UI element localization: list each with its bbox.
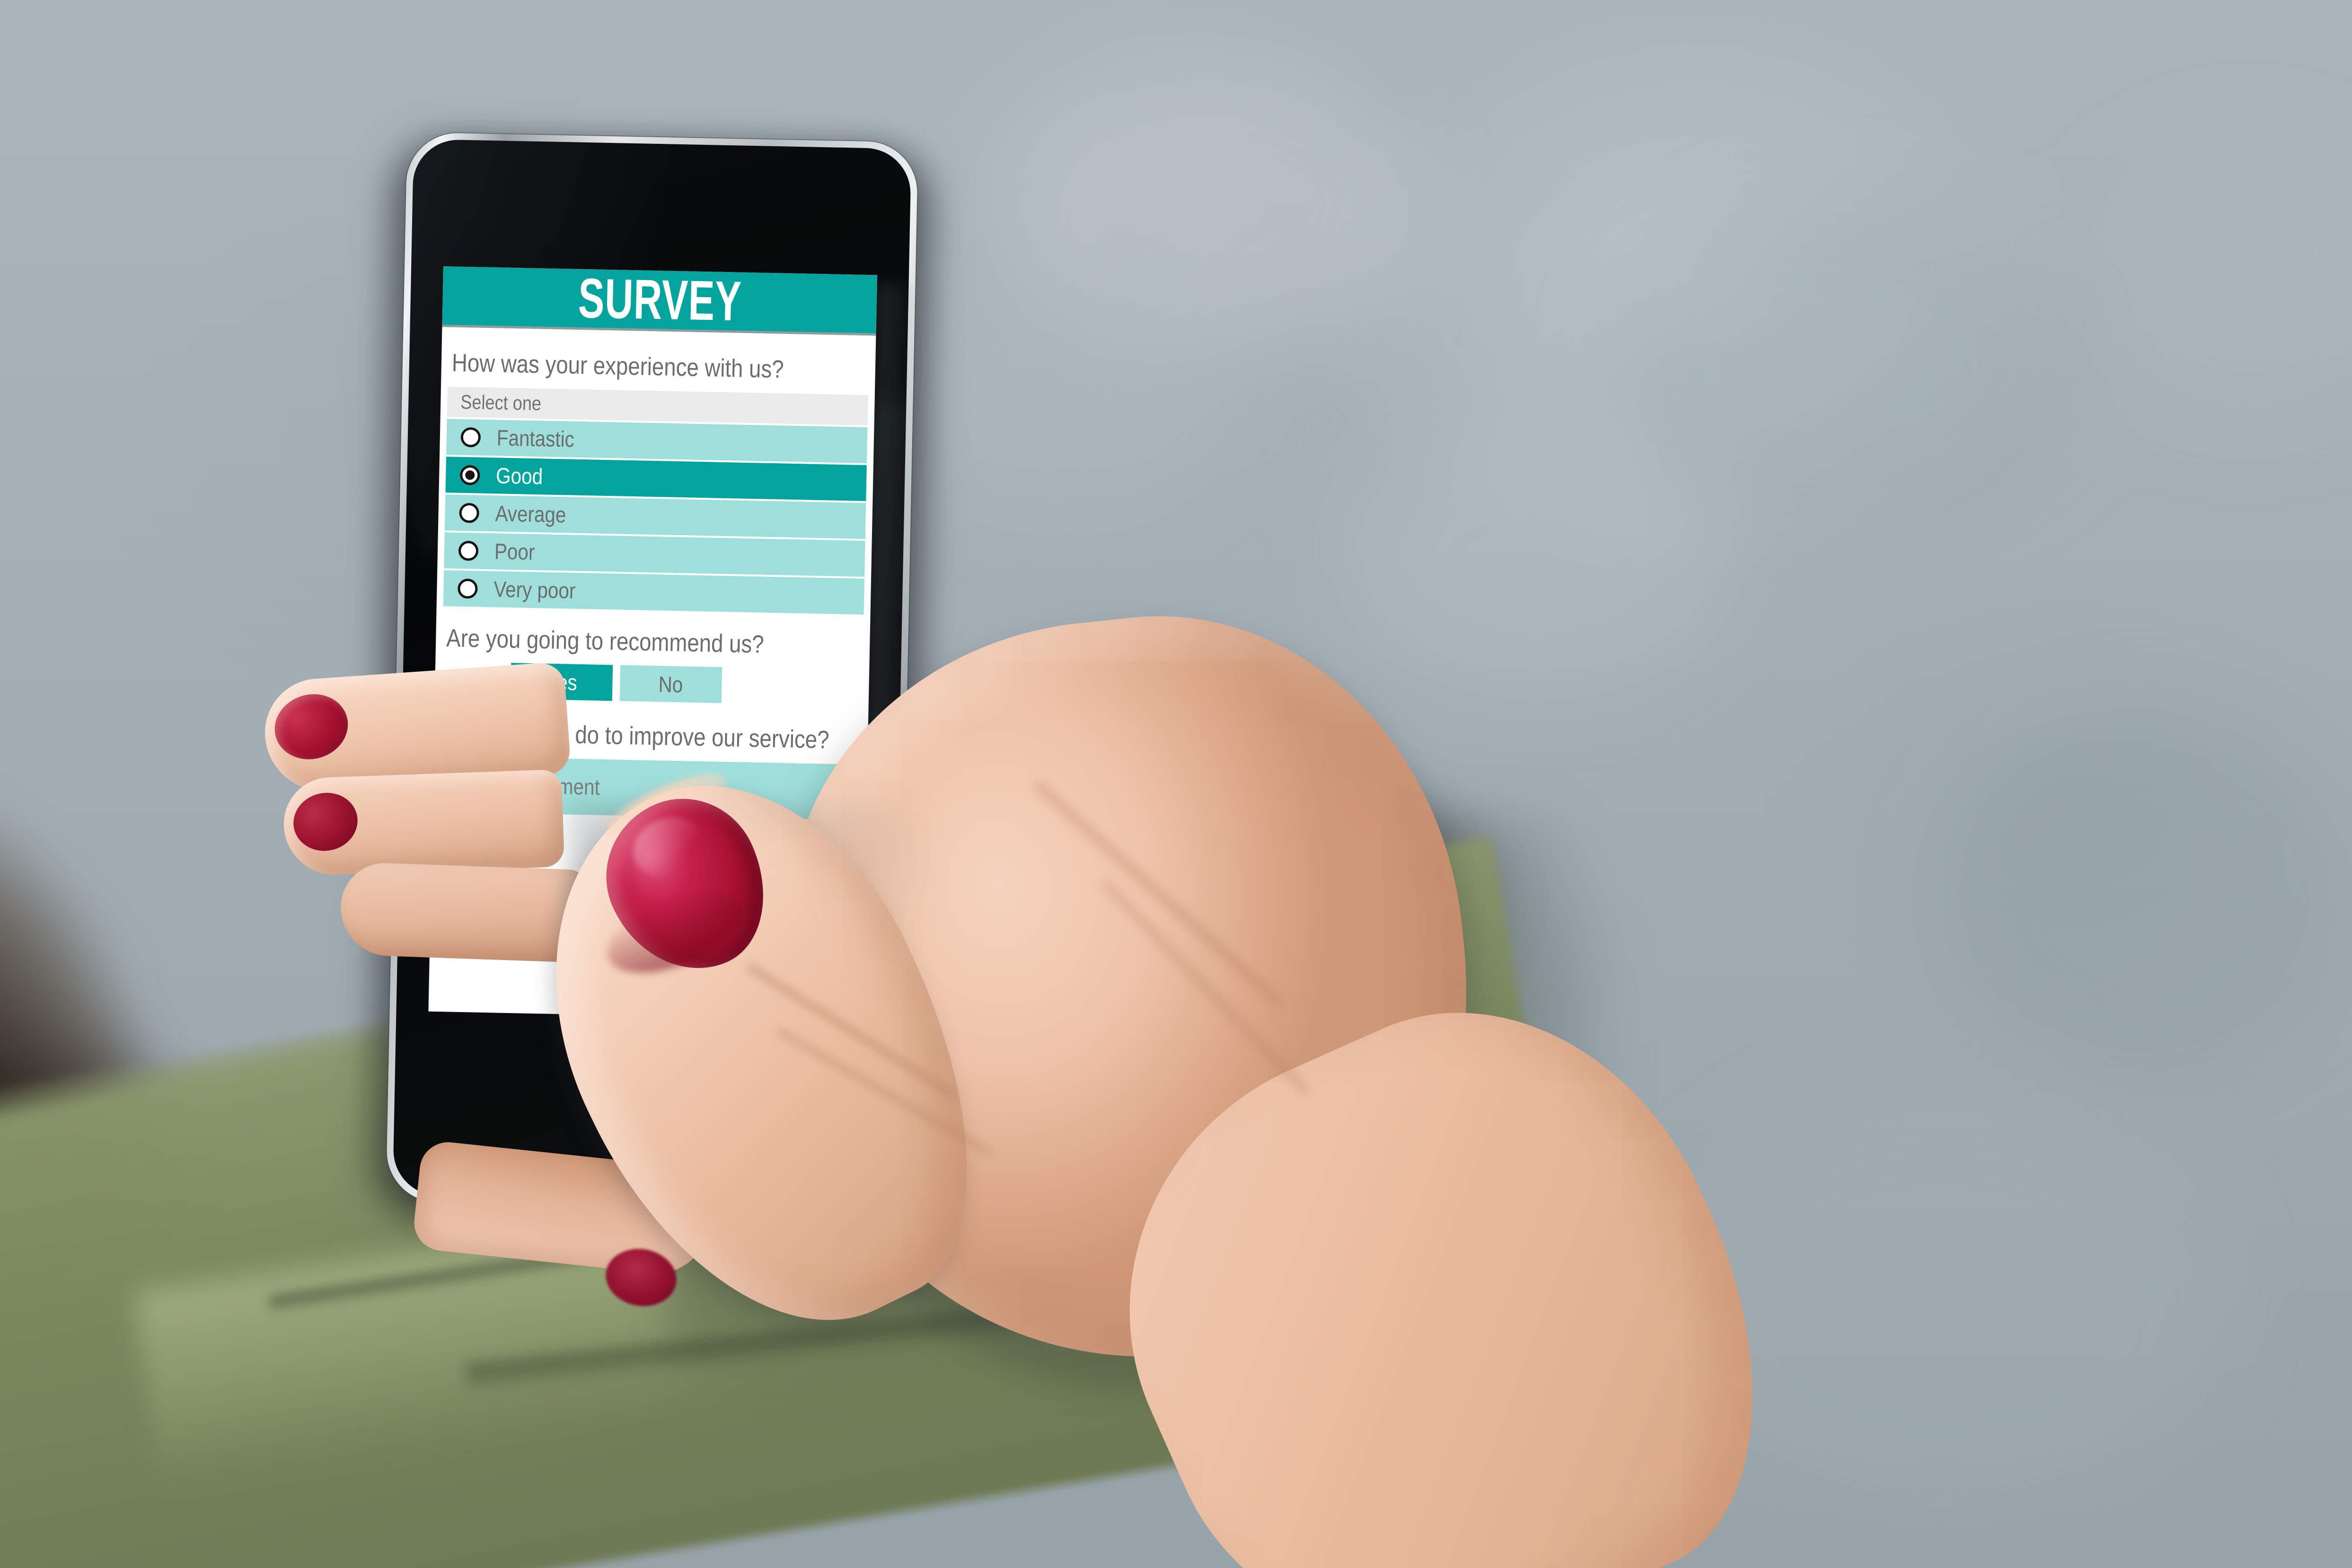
comment-input[interactable]: Write a comment — [439, 756, 861, 820]
survey-form: How was your experience with us? Select … — [432, 349, 875, 820]
app-header: SURVEY — [442, 266, 877, 336]
option-label: Fantastic — [496, 425, 575, 452]
option-label: Good — [495, 463, 543, 489]
comment-placeholder: Write a comment — [455, 772, 600, 800]
recommend-yes-button[interactable]: Yes — [510, 663, 613, 701]
photo-scene: SURVEY How was your experience with us? … — [0, 0, 2352, 1568]
recommend-toggle-group: Yes No — [510, 663, 863, 706]
question-improve-label: What can we do to improve our service? — [444, 718, 829, 754]
option-good[interactable]: Good — [445, 456, 867, 501]
option-label: Very poor — [493, 576, 576, 603]
select-one-header: Select one — [447, 386, 868, 425]
option-poor[interactable]: Poor — [444, 532, 865, 577]
app-title: SURVEY — [577, 267, 742, 333]
option-fantastic[interactable]: Fantastic — [446, 418, 868, 463]
recommend-no-label: No — [658, 671, 684, 697]
radio-icon[interactable] — [459, 502, 480, 523]
radio-icon[interactable] — [458, 540, 479, 561]
select-one-label: Select one — [460, 390, 542, 414]
recommend-no-button[interactable]: No — [619, 665, 722, 704]
option-label: Poor — [494, 538, 535, 565]
option-very-poor[interactable]: Very poor — [443, 570, 865, 615]
survey-app: SURVEY How was your experience with us? … — [428, 266, 877, 1021]
radio-icon[interactable] — [460, 427, 481, 448]
radio-icon[interactable] — [458, 578, 478, 599]
recommend-yes-label: Yes — [546, 669, 578, 695]
smartphone: SURVEY How was your experience with us? … — [368, 132, 934, 1227]
option-label: Average — [495, 501, 566, 528]
option-average[interactable]: Average — [444, 494, 866, 539]
question-recommend-label: Are you going to recommend us? — [446, 624, 765, 659]
radio-icon-selected[interactable] — [459, 465, 480, 485]
question-experience-label: How was your experience with us? — [451, 349, 784, 384]
